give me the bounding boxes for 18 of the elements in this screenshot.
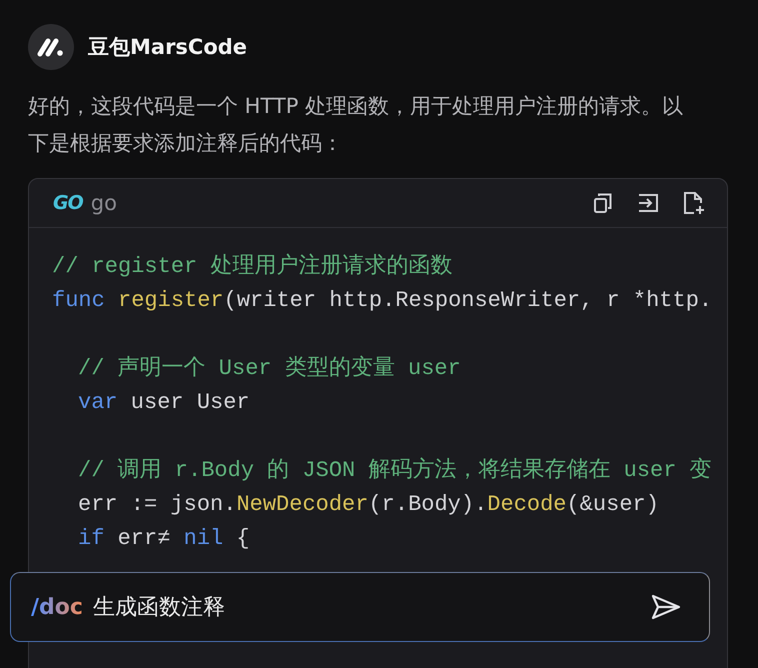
code-line: // 声明一个 User 类型的变量 user	[77, 354, 462, 383]
language-label: go	[90, 191, 117, 215]
assistant-name: 豆包MarsCode	[88, 34, 248, 61]
code-line: var user User	[77, 389, 251, 417]
code-line: // 调用 r.Body 的 JSON 解码方法，将结果存储在 user 变	[77, 456, 713, 485]
new-file-icon[interactable]	[683, 191, 705, 215]
code-line: if err≠ nil {	[77, 525, 251, 553]
code-line: // register 处理用户注册请求的函数	[52, 252, 454, 281]
copy-icon[interactable]	[593, 192, 613, 214]
code-line: func register(writer http.ResponseWriter, r *http.	[52, 287, 714, 315]
message-text: 好的，这段代码是一个 HTTP 处理函数，用于处理用户注册的请求。以下是根据要求添加注释后的代码：	[28, 93, 684, 157]
go-logo: GO	[53, 192, 83, 214]
send-icon[interactable]	[651, 594, 681, 620]
assistant-avatar-icon	[28, 24, 74, 70]
input-text: 生成函数注释	[92, 594, 225, 622]
code-line: err := json.NewDecoder(r.Body).Decode(&user)	[77, 491, 660, 519]
insert-icon[interactable]	[637, 193, 659, 213]
chat-input-field[interactable]: /doc 生成函数注释	[10, 572, 710, 642]
